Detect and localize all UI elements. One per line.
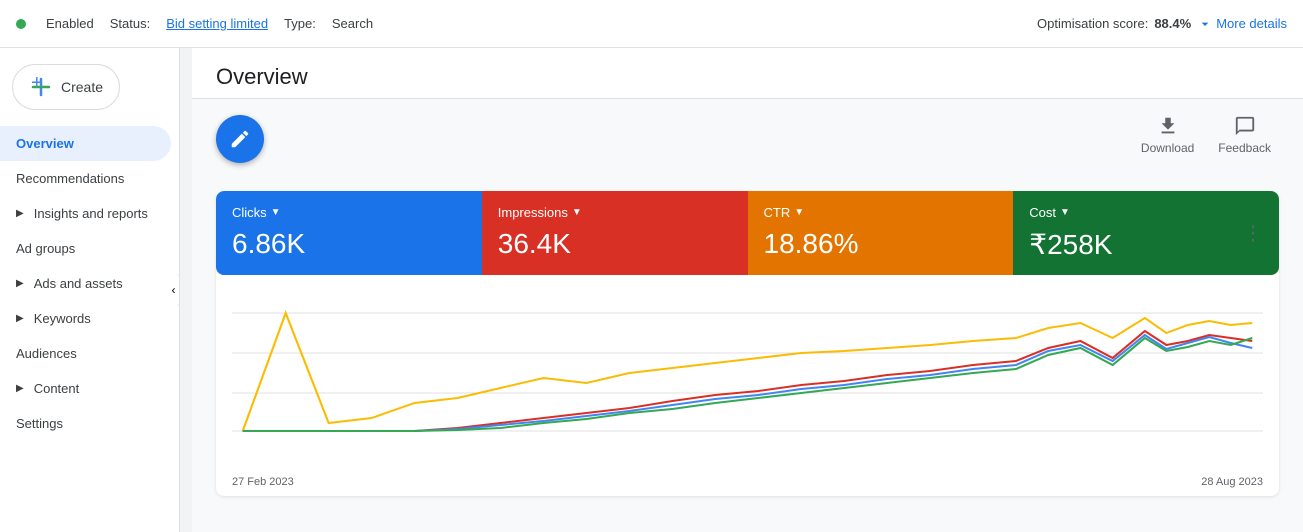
chart-container: Clicks ▼ 6.86K Impressions ▼ 36.4K bbox=[216, 191, 1279, 496]
edit-icon bbox=[229, 128, 251, 150]
sidebar-item-content[interactable]: ▶ Content bbox=[0, 371, 171, 406]
impressions-value: 36.4K bbox=[498, 228, 732, 260]
download-icon bbox=[1157, 115, 1179, 137]
start-date: 27 Feb 2023 bbox=[232, 476, 294, 488]
impressions-arrow-icon: ▼ bbox=[572, 207, 582, 218]
sidebar-item-ads-assets[interactable]: ▶ Ads and assets bbox=[0, 266, 171, 301]
sidebar-item-overview-label: Overview bbox=[16, 136, 74, 151]
plus-icon bbox=[29, 75, 53, 99]
clicks-arrow-icon: ▼ bbox=[271, 207, 281, 218]
create-label: Create bbox=[61, 79, 103, 95]
main-layout: Create Overview Recommendations ▶ Insigh… bbox=[0, 48, 1303, 532]
chevron-right-icon-3: ▶ bbox=[16, 313, 24, 324]
sidebar-item-ad-groups[interactable]: Ad groups bbox=[0, 231, 171, 266]
metrics-row: Clicks ▼ 6.86K Impressions ▼ 36.4K bbox=[216, 191, 1279, 275]
end-date: 28 Aug 2023 bbox=[1201, 476, 1263, 488]
enabled-dot bbox=[16, 19, 26, 29]
chart-area: 27 Feb 2023 28 Aug 2023 bbox=[216, 275, 1279, 496]
chevron-right-icon-4: ▶ bbox=[16, 383, 24, 394]
opt-score-section: Optimisation score: 88.4% More details bbox=[1037, 16, 1287, 32]
ctr-label: CTR ▼ bbox=[764, 205, 998, 220]
edit-fab-button[interactable] bbox=[216, 115, 264, 163]
type-prefix: Type: bbox=[284, 16, 316, 31]
feedback-button[interactable]: Feedback bbox=[1218, 115, 1271, 155]
overview-body: Download Feedback Clicks bbox=[192, 99, 1303, 512]
chevron-right-icon: ▶ bbox=[16, 208, 24, 219]
clicks-label: Clicks ▼ bbox=[232, 205, 466, 220]
cost-value: ₹258K bbox=[1029, 228, 1263, 261]
cost-label: Cost ▼ bbox=[1029, 205, 1263, 220]
metric-impressions: Impressions ▼ 36.4K bbox=[482, 191, 748, 275]
top-bar: Enabled Status: Bid setting limited Type… bbox=[0, 0, 1303, 48]
ctr-arrow-icon: ▼ bbox=[794, 207, 804, 218]
metric-clicks: Clicks ▼ 6.86K bbox=[216, 191, 482, 275]
impressions-label: Impressions ▼ bbox=[498, 205, 732, 220]
sidebar: Create Overview Recommendations ▶ Insigh… bbox=[0, 48, 180, 532]
chevron-down-icon bbox=[1197, 16, 1213, 32]
sidebar-item-ads-label: Ads and assets bbox=[34, 276, 123, 291]
sidebar-item-content-label: Content bbox=[34, 381, 80, 396]
enabled-label: Enabled bbox=[46, 16, 94, 31]
sidebar-collapse-button[interactable]: ‹ bbox=[168, 274, 180, 306]
feedback-label: Feedback bbox=[1218, 141, 1271, 155]
performance-chart bbox=[232, 283, 1263, 443]
sidebar-item-settings-label: Settings bbox=[16, 416, 63, 431]
status-prefix: Status: bbox=[110, 16, 150, 31]
sidebar-item-recommendations-label: Recommendations bbox=[16, 171, 124, 186]
download-button[interactable]: Download bbox=[1141, 115, 1194, 155]
create-button[interactable]: Create bbox=[12, 64, 120, 110]
sidebar-item-settings[interactable]: Settings bbox=[0, 406, 171, 441]
opt-score-prefix: Optimisation score: bbox=[1037, 16, 1148, 31]
sidebar-item-keywords-label: Keywords bbox=[34, 311, 91, 326]
more-details-link[interactable]: More details bbox=[1197, 16, 1287, 32]
chart-svg-wrapper bbox=[216, 275, 1279, 472]
create-icon bbox=[29, 75, 53, 99]
ctr-value: 18.86% bbox=[764, 228, 998, 260]
sidebar-item-audiences[interactable]: Audiences bbox=[0, 336, 171, 371]
sidebar-item-overview[interactable]: Overview bbox=[0, 126, 171, 161]
page-title: Overview bbox=[216, 64, 308, 89]
sidebar-item-recommendations[interactable]: Recommendations bbox=[0, 161, 171, 196]
clicks-value: 6.86K bbox=[232, 228, 466, 260]
overview-header: Overview bbox=[192, 48, 1303, 99]
download-label: Download bbox=[1141, 141, 1194, 155]
three-dot-menu[interactable]: ⋮ bbox=[1239, 217, 1267, 250]
chart-toolbar: Download Feedback bbox=[1141, 115, 1279, 155]
date-labels: 27 Feb 2023 28 Aug 2023 bbox=[216, 472, 1279, 496]
chevron-right-icon-2: ▶ bbox=[16, 278, 24, 289]
metric-ctr: CTR ▼ 18.86% bbox=[748, 191, 1014, 275]
cost-arrow-icon: ▼ bbox=[1060, 207, 1070, 218]
sidebar-item-insights[interactable]: ▶ Insights and reports bbox=[0, 196, 171, 231]
type-value: Search bbox=[332, 16, 373, 31]
content-area: Overview Download bbox=[192, 48, 1303, 532]
sidebar-item-keywords[interactable]: ▶ Keywords bbox=[0, 301, 171, 336]
opt-score-value: 88.4% bbox=[1154, 16, 1191, 31]
sidebar-item-audiences-label: Audiences bbox=[16, 346, 77, 361]
sidebar-item-insights-label: Insights and reports bbox=[34, 206, 148, 221]
status-link[interactable]: Bid setting limited bbox=[166, 16, 268, 31]
sidebar-item-adgroups-label: Ad groups bbox=[16, 241, 75, 256]
feedback-icon bbox=[1234, 115, 1256, 137]
